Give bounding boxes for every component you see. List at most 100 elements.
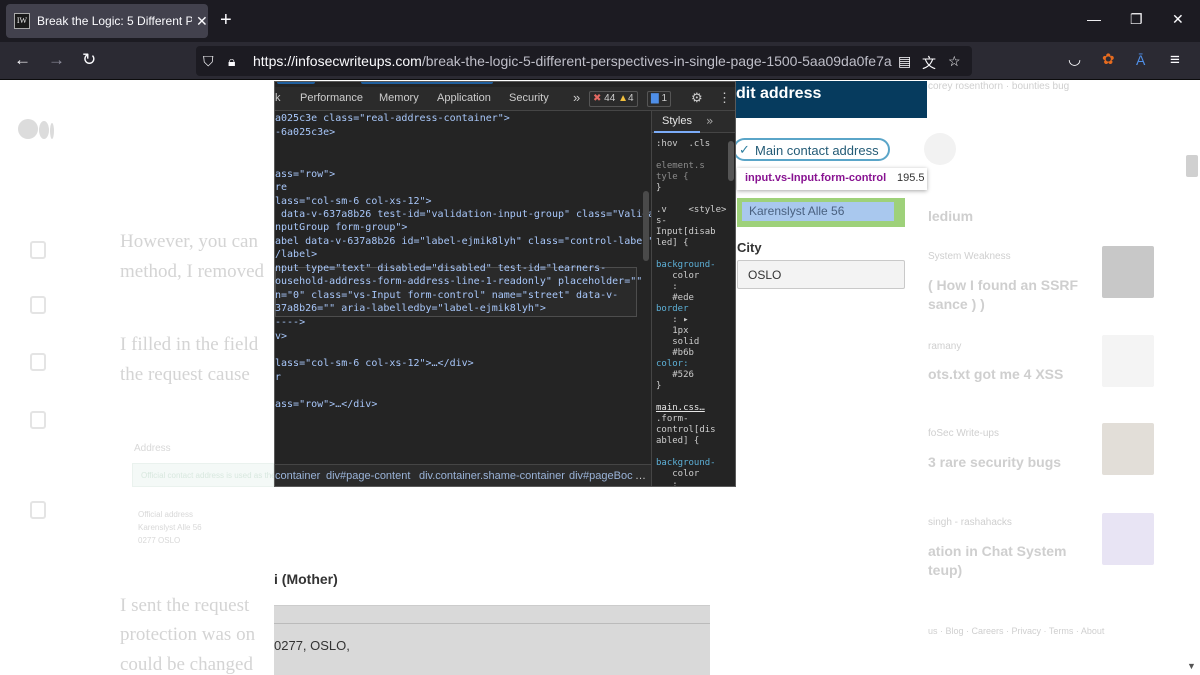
error-count: 44 [604,93,616,104]
restore-icon[interactable]: ❐ [1130,11,1143,28]
style-rule-line: abled] { [656,436,700,446]
style-rule-line: background- [656,260,716,270]
breadcrumb-item[interactable]: div#page-content [326,470,410,482]
dom-node-line[interactable]: ass="row">…</div> [275,399,377,411]
devtools-tab-security[interactable]: Security [509,92,549,104]
dom-node-line[interactable]: /label> [275,249,317,261]
style-rule-line: #526 [656,370,694,380]
sidebar-thumbnail[interactable] [1102,423,1154,475]
main-contact-address-pill[interactable]: ✓ Main contact address [733,138,890,161]
elements-scrollbar-thumb[interactable] [643,191,649,261]
breadcrumb-item[interactable]: container [275,470,320,482]
tab-close-icon[interactable]: ✕ [196,13,208,30]
dom-node-line[interactable]: ousehold-address-form-address-line-1-rea… [275,276,642,288]
shield-icon[interactable]: ⛉ [203,53,214,70]
browser-tab[interactable]: IW Break the Logic: 5 Different Pers ✕ [6,4,208,38]
minimize-icon[interactable]: — [1087,11,1101,27]
back-arrow-icon[interactable]: ← [14,51,31,69]
menu-hamburger-icon[interactable]: ≡ [1170,51,1180,69]
sidebar-story-title[interactable]: sance ) ) [928,295,985,314]
sidebar-story-title[interactable]: 3 rare security bugs [928,453,1061,472]
article-line: method, I removed [120,261,265,282]
tooltip-dimensions: 195.5 [897,172,925,184]
pocket-icon[interactable]: ◡ [1068,51,1081,69]
styles-scrollbar-thumb[interactable] [728,141,734,181]
styles-more-icon[interactable]: » [706,114,713,128]
devtools-more-tabs-icon[interactable]: » [573,90,580,105]
dom-node-line[interactable]: data-v-637a8b26 test-id="validation-inpu… [275,209,660,221]
address-bar[interactable]: ⛉ 🔒︎ https://infosecwriteups.com/break-t… [196,46,972,76]
dom-node-line[interactable]: v> [275,331,287,343]
dom-node-line[interactable]: n="0" class="vs-Input form-control" name… [275,290,618,302]
dom-node-line[interactable]: abel data-v-637a8b26 id="label-ejmik8lyh… [275,236,660,248]
page-scrollbar-thumb[interactable] [1186,155,1198,177]
reading-list-icon[interactable] [30,353,46,371]
sidebar-author: ramany [928,341,962,352]
sidebar-story-title[interactable]: teup) [928,561,962,580]
dom-node-line[interactable]: re [275,182,287,194]
reload-icon[interactable]: ↻ [82,51,96,69]
dom-node-line[interactable]: lass="col-sm-6 col-xs-12"> [275,196,432,208]
breadcrumb-item[interactable]: div.container.shame-container [419,470,565,482]
settings-gear-icon[interactable]: ⚙ [691,90,703,106]
stories-icon[interactable] [30,411,46,429]
sidebar-footer[interactable]: us · Blog · Careers · Privacy · Terms · … [928,626,1104,636]
issues-badge[interactable]: ✖ 44 ▲4 [589,91,638,107]
styles-tab[interactable]: Styles [654,111,700,133]
sidebar-thumbnail[interactable] [1102,246,1154,298]
sidebar-thumbnail[interactable] [1102,513,1154,565]
dom-node-line[interactable]: ass="row"> [275,169,335,181]
new-tab-icon[interactable]: + [220,10,232,30]
tab-bar: IW Break the Logic: 5 Different Pers ✕ +… [0,0,1200,42]
style-rule-line: } [656,381,662,391]
dom-node-line[interactable]: 37a8b26="" aria-labelledby="label-ejmik8… [275,303,546,315]
devtools-tab-application[interactable]: Application [437,92,491,104]
dom-node-line[interactable]: ----> [275,317,305,329]
devtools-tab-performance[interactable]: Performance [300,92,363,104]
bookmark-icon[interactable] [30,296,46,314]
scroll-down-icon[interactable]: ▼ [1187,661,1196,671]
styles-tab-bar: Styles » [652,111,735,133]
sidebar-thumbnail[interactable] [1102,335,1154,387]
sidebar-story-title[interactable]: ots.txt got me 4 XSS [928,365,1063,384]
reader-view-icon[interactable]: ▤ [898,53,911,70]
dom-node-line[interactable]: nputGroup form-group"> [275,222,407,234]
write-icon[interactable] [30,501,46,519]
style-rule-line: control[dis [656,425,716,435]
url-text[interactable]: https://infosecwriteups.com/break-the-lo… [253,53,892,69]
avatar[interactable] [924,133,956,165]
devtools-tab-network[interactable]: k [275,92,281,104]
bookmark-star-icon[interactable]: ☆ [948,53,961,70]
close-window-icon[interactable]: ✕ [1172,11,1184,28]
sidebar-story-title[interactable]: ation in Chat System [928,542,1066,561]
forward-arrow-icon[interactable]: → [48,51,65,69]
more-options-icon[interactable]: ⋮ [718,90,731,106]
style-rule-line: s- [656,216,667,226]
sidebar-author: singh - rashahacks [928,517,1012,528]
dom-node-line[interactable]: a025c3e class="real-address-container"> [275,113,510,125]
extension-fox-icon[interactable]: ✿ [1102,51,1115,69]
divider [274,623,710,624]
translate-icon[interactable]: 文 [922,53,936,73]
mother-label: i (Mother) [274,571,338,587]
devtools-window: k Performance Memory Application Securit… [274,81,736,487]
city-input[interactable]: OSLO [737,260,905,289]
dom-node-line[interactable]: -6a025c3e> [275,127,335,139]
styles-panel[interactable]: Styles » :hov .cls element.s tyle {} .v <st… [651,111,735,486]
extension-translate-icon[interactable]: Ā [1136,51,1145,69]
elements-panel[interactable]: a025c3e class="real-address-container"> -… [275,111,660,464]
breadcrumb-more-icon[interactable]: … [635,470,646,482]
dom-node-line[interactable]: lass="col-sm-6 col-xs-12">…</div> [275,358,474,370]
sidebar-story-title[interactable]: ( How I found an SSRF [928,276,1078,295]
lock-icon[interactable]: 🔒︎ [228,53,235,70]
street-input-highlighted[interactable]: Karenslyst Alle 56 [737,198,905,227]
dom-node-line[interactable]: nput type="text" disabled="disabled" tes… [275,263,606,275]
devtools-tab-memory[interactable]: Memory [379,92,419,104]
home-icon[interactable] [30,241,46,259]
elements-scrollbar[interactable] [642,111,650,464]
error-icon: ✖ [593,93,602,104]
dom-node-line[interactable]: r [275,372,281,384]
messages-badge[interactable]: ▇ 1 [647,91,672,107]
breadcrumb-item[interactable]: div#pageBoc [569,470,633,482]
medium-logo-icon[interactable] [18,119,54,144]
